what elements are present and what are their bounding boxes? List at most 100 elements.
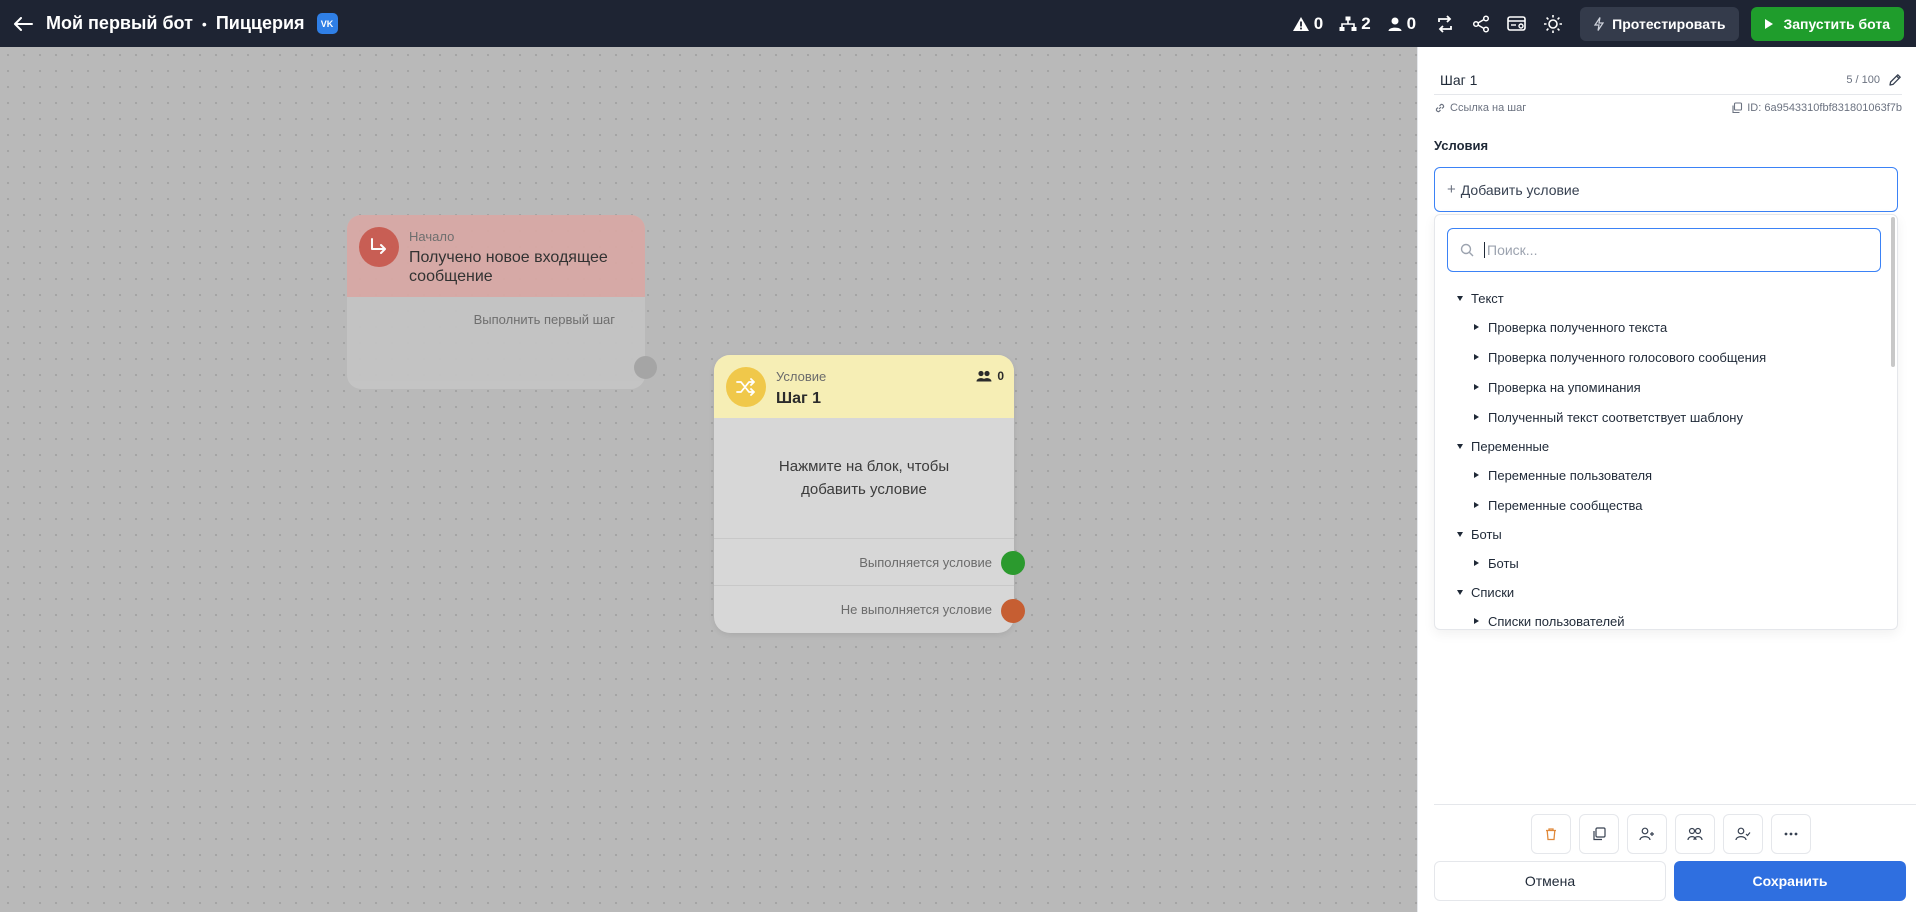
start-node-output-port[interactable] [634,356,657,379]
expanded-caret-icon [1457,531,1463,537]
condition-search-box[interactable] [1447,228,1881,272]
user-plus-icon [1639,827,1654,841]
condition-tree: Текст Проверка полученного текста Провер… [1435,284,1897,629]
collapsed-caret-icon [1474,472,1479,478]
step-action-toolbar [1531,814,1819,854]
flow-canvas[interactable] [0,47,1417,912]
add-condition-label: Добавить условие [1460,181,1580,198]
tree-item[interactable]: Боты [1435,548,1897,578]
condition-node-kind: Условие [776,369,827,384]
tree-item-label: Проверка полученного текста [1488,319,1668,335]
collapsed-caret-icon [1474,384,1479,390]
share-icon[interactable] [1468,11,1494,37]
tree-category-bots[interactable]: Боты [1435,520,1897,548]
start-node[interactable]: Начало Получено новое входящее сообщение… [347,215,645,389]
tree-category-label: Текст [1471,290,1504,306]
tree-item-label: Переменные сообщества [1488,497,1643,513]
tree-item[interactable]: Переменные сообщества [1435,490,1897,520]
run-bot-label: Запустить бота [1783,15,1890,32]
delete-step-button[interactable] [1531,814,1571,854]
tree-item[interactable]: Списки пользователей [1435,606,1897,629]
tree-item-label: Списки пользователей [1488,613,1625,629]
users-stat[interactable]: 0 [1387,14,1416,34]
tree-item-label: Переменные пользователя [1488,467,1653,483]
step-link[interactable]: Ссылка на шаг [1434,102,1526,114]
step-meta-row: Ссылка на шаг ID: 6a9543310fbf831801063f… [1434,99,1902,117]
tree-category-label: Боты [1471,526,1502,542]
back-arrow-icon[interactable] [12,13,34,35]
start-arrow-icon [359,227,399,267]
step-id[interactable]: ID: 6a9543310fbf831801063f7b [1731,102,1902,114]
steps-count: 2 [1361,13,1371,33]
expanded-caret-icon [1457,589,1463,595]
test-button[interactable]: Протестировать [1580,6,1740,41]
add-condition-button[interactable]: + Добавить условие [1434,167,1898,212]
tree-category-lists[interactable]: Списки [1435,578,1897,606]
edit-pencil-icon[interactable] [1888,73,1902,87]
lightning-icon [1594,16,1605,31]
user-check-button[interactable] [1723,814,1763,854]
more-options-button[interactable] [1771,814,1811,854]
warnings-count: 0 [1313,13,1324,33]
warning-icon [1292,16,1309,31]
run-bot-button[interactable]: Запустить бота [1751,6,1904,41]
step-link-label: Ссылка на шаг [1450,102,1527,114]
condition-node-header: Условие Шаг 1 0 [714,355,1014,418]
cancel-button[interactable]: Отмена [1434,861,1666,901]
copy-icon [1732,102,1743,114]
theme-sun-icon[interactable] [1540,11,1566,37]
condition-false-port[interactable] [1001,599,1025,623]
condition-node-placeholder-text: Нажмите на блок, чтобы добавить условие [778,458,950,498]
repeat-icon[interactable] [1432,11,1458,37]
duplicate-step-button[interactable] [1579,814,1619,854]
step-name-char-count: 5 / 100 [1846,73,1880,86]
users-count: 0 [1406,13,1417,33]
hierarchy-icon [1339,16,1357,31]
collapsed-caret-icon [1474,502,1479,508]
user-icon [1388,17,1402,31]
project-name[interactable]: Пиццерия [216,13,305,34]
start-node-title: Получено новое входящее сообщение [409,249,608,285]
expanded-caret-icon [1457,295,1463,301]
settings-card-icon[interactable] [1504,11,1530,37]
tree-category-label: Переменные [1471,438,1550,454]
start-node-output-label: Выполнить первый шаг [473,311,615,327]
save-button[interactable]: Сохранить [1674,861,1906,901]
condition-true-port[interactable] [1001,551,1025,575]
conditions-title: Условия [1434,138,1489,153]
condition-node-placeholder[interactable]: Нажмите на блок, чтобы добавить условие [714,418,1014,539]
collapsed-caret-icon [1474,324,1479,330]
collapsed-caret-icon [1474,414,1479,420]
collapsed-caret-icon [1474,560,1479,566]
warnings-stat[interactable]: 0 [1292,14,1323,34]
tree-item-label: Полученный текст соответствует шаблону [1488,409,1743,425]
tree-item-label: Проверка полученного голосового сообщени… [1488,349,1767,365]
collapsed-caret-icon [1474,618,1479,624]
condition-node-title: Шаг 1 [776,390,821,407]
tree-item[interactable]: Полученный текст соответствует шаблону [1435,402,1897,432]
condition-type-dropdown: Текст Проверка полученного текста Провер… [1434,214,1898,630]
vk-icon: VK [316,13,338,34]
bot-name[interactable]: Мой первый бот [46,13,193,34]
user-group-button[interactable] [1675,814,1715,854]
tree-item[interactable]: Проверка полученного текста [1435,312,1897,342]
step-name-row[interactable]: Шаг 1 5 / 100 [1434,65,1902,95]
condition-search-input[interactable] [1484,242,1854,258]
tree-item[interactable]: Проверка на упоминания [1435,372,1897,402]
condition-node-users: 0 [976,369,1004,383]
tree-category-text[interactable]: Текст [1435,284,1897,312]
steps-stat[interactable]: 2 [1339,13,1371,34]
condition-node[interactable]: Условие Шаг 1 0 Нажмите на блок, чтобы д… [714,355,1014,633]
title-separator: • [201,15,207,32]
copy-icon [1593,827,1606,841]
step-settings-panel: Шаг 1 5 / 100 Ссылка на шаг ID: 6a954331… [1417,47,1916,912]
collapsed-caret-icon [1474,354,1479,360]
play-icon [1765,18,1774,29]
tree-category-variables[interactable]: Переменные [1435,432,1897,460]
condition-true-output-label: Выполняется условие [714,539,1014,586]
add-user-button[interactable] [1627,814,1667,854]
tree-item[interactable]: Проверка полученного голосового сообщени… [1435,342,1897,372]
shuffle-icon [726,367,766,407]
tree-item[interactable]: Переменные пользователя [1435,460,1897,490]
more-dots-icon [1784,832,1798,836]
